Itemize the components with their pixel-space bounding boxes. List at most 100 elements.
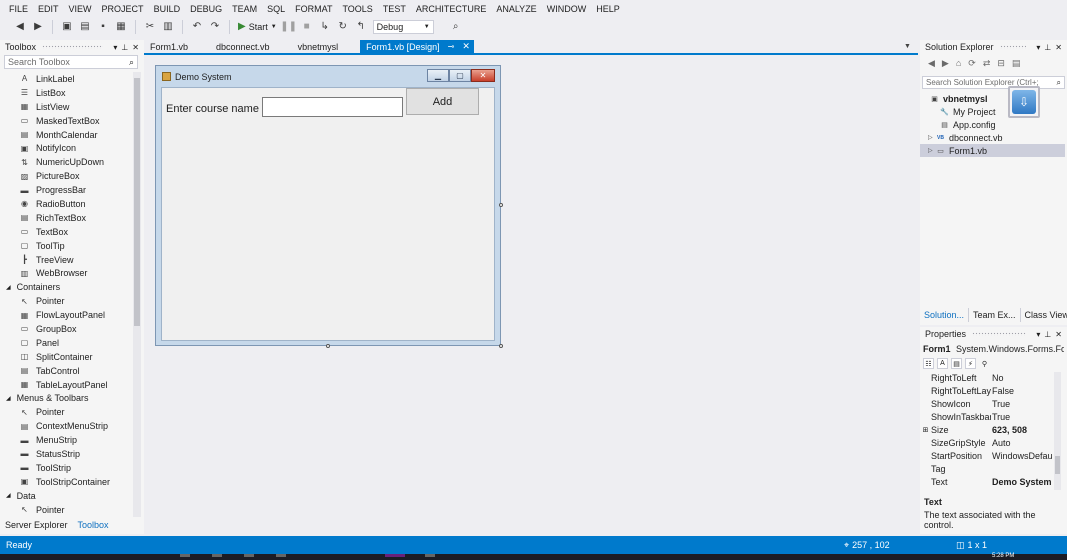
taskbar-app[interactable]	[180, 554, 190, 557]
solution-tree-item[interactable]: ▣ vbnetmysl	[920, 93, 1065, 106]
solution-tree-item[interactable]: ▷ VB dbconnect.vb	[920, 131, 1065, 144]
menu-help[interactable]: HELP	[591, 4, 625, 14]
chevron-down-icon[interactable]: ▼	[904, 43, 911, 50]
toolbox-item[interactable]: ▨ PictureBox	[0, 169, 133, 183]
property-value[interactable]: False	[991, 386, 1053, 396]
toolbox-item[interactable]: ▤ MonthCalendar	[0, 128, 133, 142]
menu-team[interactable]: TEAM	[227, 4, 262, 14]
drag-grip[interactable]	[999, 45, 1027, 49]
menu-file[interactable]: FILE	[4, 4, 33, 14]
collapse-icon[interactable]: ⊟	[997, 58, 1005, 69]
find-icon[interactable]: ⌕	[450, 21, 462, 33]
toolbox-item[interactable]: ▥ WebBrowser	[0, 266, 133, 280]
undo-icon[interactable]: ↶	[191, 21, 203, 33]
menu-architecture[interactable]: ARCHITECTURE	[411, 4, 492, 14]
toolbox-item[interactable]: ▬ StatusStrip	[0, 447, 133, 461]
events-icon[interactable]: ⚡	[965, 358, 976, 369]
toolbox-item[interactable]: ▬ MenuStrip	[0, 433, 133, 447]
home-icon[interactable]: ⌂	[956, 58, 961, 69]
toolbox-item[interactable]: ▬ ProgressBar	[0, 183, 133, 197]
properties-icon[interactable]: ▤	[1012, 58, 1021, 69]
toolbox-item[interactable]: ↖ Pointer	[0, 503, 133, 517]
properties-icon[interactable]: ▤	[951, 358, 962, 369]
open-icon[interactable]: ▤	[79, 21, 91, 33]
step-over-icon[interactable]: ↻	[337, 21, 349, 33]
download-overlay-icon[interactable]: ⇩	[1008, 86, 1040, 118]
property-value[interactable]: No	[991, 373, 1053, 383]
alphabetical-icon[interactable]: A	[937, 358, 948, 369]
solution-tree-item[interactable]: ▤ App.config	[920, 119, 1065, 132]
property-row[interactable]: RightToLeft No	[920, 372, 1053, 385]
toolbox-item[interactable]: ▤ TabControl	[0, 364, 133, 378]
form-designer-window[interactable]: Demo System ▁ ▢ ✕ Enter course name Add	[155, 65, 501, 346]
paste-icon[interactable]: ▥	[162, 21, 174, 33]
properties-scrollbar[interactable]	[1054, 372, 1061, 490]
menu-debug[interactable]: DEBUG	[185, 4, 227, 14]
doc-tab[interactable]: dbconnect.vb	[210, 40, 276, 53]
menu-view[interactable]: VIEW	[64, 4, 97, 14]
taskbar-app[interactable]	[385, 554, 405, 557]
toolbox-item[interactable]: ▦ FlowLayoutPanel	[0, 308, 133, 322]
toolbox-category[interactable]: ◢ Containers	[0, 280, 133, 294]
step-into-icon[interactable]: ↳	[319, 21, 331, 33]
taskbar-app[interactable]	[276, 554, 286, 557]
toolbox-item[interactable]: ▭ GroupBox	[0, 322, 133, 336]
property-value[interactable]: Auto	[991, 438, 1053, 448]
course-name-label[interactable]: Enter course name	[166, 103, 259, 115]
toolbox-category[interactable]: ◢ Menus & Toolbars	[0, 391, 133, 405]
toolbox-item[interactable]: ☰ ListBox	[0, 86, 133, 100]
expander-icon[interactable]: ◢	[6, 395, 11, 402]
tab-toolbox[interactable]: Toolbox	[73, 518, 114, 532]
properties-object-selector[interactable]: Form1 System.Windows.Forms.Forr	[923, 344, 1064, 356]
pin-icon[interactable]: ⊥	[1044, 43, 1051, 52]
property-value[interactable]: 623, 508	[991, 425, 1053, 435]
toolbox-item[interactable]: ┣ TreeView	[0, 253, 133, 267]
toolbox-item[interactable]: ▣ ToolStripContainer	[0, 475, 133, 489]
close-icon[interactable]: ✕	[471, 69, 495, 82]
redo-icon[interactable]: ↷	[209, 21, 221, 33]
property-row[interactable]: Text Demo System	[920, 475, 1053, 488]
course-name-input[interactable]	[262, 97, 403, 117]
toolbox-item[interactable]: ▢ Panel	[0, 336, 133, 350]
property-value[interactable]: Demo System	[991, 477, 1053, 487]
expander-icon[interactable]: ▷	[928, 147, 936, 154]
menu-project[interactable]: PROJECT	[97, 4, 149, 14]
chevron-down-icon[interactable]: ▾	[1036, 330, 1040, 339]
toolbox-item[interactable]: A LinkLabel	[0, 72, 133, 86]
toolbox-item[interactable]: ↖ Pointer	[0, 405, 133, 419]
menu-edit[interactable]: EDIT	[33, 4, 64, 14]
toolbox-category[interactable]: ◢ Data	[0, 489, 133, 503]
toolbox-item[interactable]: ▭ MaskedTextBox	[0, 114, 133, 128]
solution-tree-item[interactable]: ▷ ▭ Form1.vb	[920, 144, 1065, 157]
expander-icon[interactable]: ◢	[6, 492, 11, 499]
taskbar-app[interactable]	[244, 554, 254, 557]
forward-icon[interactable]: ▶	[942, 58, 949, 69]
taskbar-app[interactable]	[425, 554, 435, 557]
scrollbar-thumb[interactable]	[1055, 456, 1060, 474]
menu-analyze[interactable]: ANALYZE	[491, 4, 541, 14]
forward-icon[interactable]: ▶	[32, 21, 44, 33]
start-button[interactable]: ▶ Start ▼	[238, 21, 277, 32]
drag-grip[interactable]	[972, 332, 1027, 336]
add-button[interactable]: Add	[406, 88, 479, 115]
form-client-area[interactable]: Enter course name Add	[161, 87, 495, 341]
cut-icon[interactable]: ✂	[144, 21, 156, 33]
resize-handle-corner[interactable]	[499, 344, 503, 348]
property-row[interactable]: Tag	[920, 462, 1053, 475]
close-icon[interactable]: ✕	[462, 41, 470, 52]
expander-icon[interactable]: ▷	[928, 134, 936, 141]
toolbox-item[interactable]: ▭ TextBox	[0, 225, 133, 239]
menu-window[interactable]: WINDOW	[542, 4, 592, 14]
toolbox-item[interactable]: ◫ SplitContainer	[0, 350, 133, 364]
save-all-icon[interactable]: ▦	[115, 21, 127, 33]
back-icon[interactable]: ◀	[928, 58, 935, 69]
save-icon[interactable]: ▪	[97, 21, 109, 33]
doc-tab[interactable]: vbnetmysl	[292, 40, 345, 53]
maximize-icon[interactable]: ▢	[449, 69, 471, 82]
drag-grip[interactable]	[42, 45, 104, 49]
property-row[interactable]: RightToLeftLayo False	[920, 385, 1053, 398]
toolbox-item[interactable]: ↖ Pointer	[0, 294, 133, 308]
toolbox-item[interactable]: ▤ ContextMenuStrip	[0, 419, 133, 433]
tab-team-ex[interactable]: Team Ex...	[969, 308, 1021, 322]
property-row[interactable]: StartPosition WindowsDefault	[920, 449, 1053, 462]
